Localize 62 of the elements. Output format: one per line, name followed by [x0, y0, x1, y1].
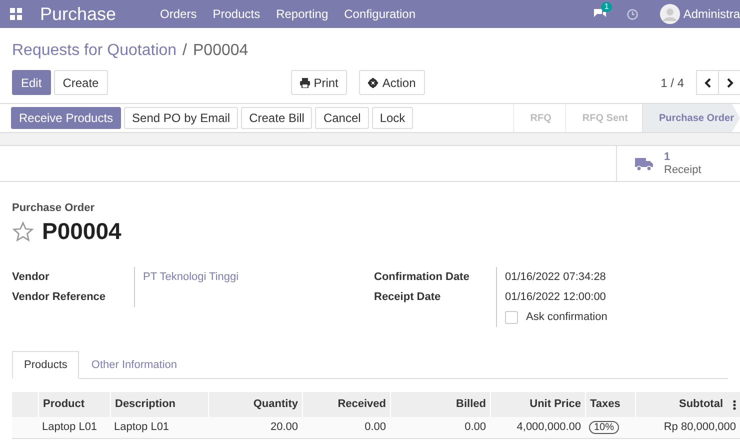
print-button[interactable]: Print	[290, 70, 348, 95]
column-header[interactable]: Description	[110, 392, 208, 417]
field-value: 01/16/2022 12:00:00	[505, 291, 606, 303]
next-button[interactable]	[718, 70, 740, 95]
column-header[interactable]: Billed	[390, 392, 490, 417]
record-name: P00004	[42, 218, 122, 245]
print-icon	[300, 78, 310, 88]
star-icon[interactable]	[12, 220, 34, 242]
field-label: Vendor	[12, 270, 50, 285]
tax-tag: 10%	[589, 421, 620, 434]
previous-button[interactable]	[696, 70, 720, 95]
header-button[interactable]: Send PO by Email	[124, 107, 238, 129]
table-cell: 0.00	[302, 417, 390, 439]
action-button[interactable]: Action	[359, 70, 425, 95]
chevron-right-icon	[726, 78, 734, 88]
pager-counter: 1 / 4	[660, 76, 684, 90]
app-title: Purchase	[40, 4, 116, 24]
truck-icon	[635, 156, 653, 170]
breadcrumb-link[interactable]: Requests for Quotation	[12, 42, 177, 60]
table-cell: 20.00	[208, 417, 302, 439]
header-button[interactable]: Lock	[372, 107, 414, 129]
user-name[interactable]: Administra	[683, 7, 740, 21]
field-label: Confirmation Date	[374, 270, 470, 285]
table-cell: Rp 80,000,000	[635, 417, 740, 439]
column-header[interactable]: Quantity	[208, 392, 302, 417]
apps-menu-icon[interactable]	[10, 8, 22, 20]
clock-icon[interactable]	[627, 8, 638, 20]
kebab-menu-icon[interactable]	[733, 400, 736, 410]
column-header[interactable]: Unit Price	[490, 392, 585, 417]
table-cell	[12, 417, 38, 439]
table-cell: 0.00	[390, 417, 490, 439]
avatar-icon[interactable]	[660, 4, 680, 24]
header-button[interactable]: Receive Products	[11, 107, 122, 129]
column-header[interactable]: Product	[38, 392, 110, 417]
chevron-left-icon	[704, 78, 712, 88]
column-header[interactable]: Received	[302, 392, 390, 417]
header-button[interactable]: Create Bill	[241, 107, 312, 129]
message-count-badge: 1	[601, 2, 612, 12]
edit-button[interactable]: Edit	[12, 70, 51, 95]
menu-item[interactable]: Reporting	[276, 7, 328, 21]
table-cell: Laptop L01	[110, 417, 208, 439]
field-label: Vendor Reference	[12, 290, 107, 305]
checkbox[interactable]	[505, 310, 518, 324]
create-button[interactable]: Create	[54, 70, 108, 95]
field-value: 01/16/2022 07:34:28	[505, 271, 606, 283]
breadcrumb-current: P00004	[193, 42, 248, 60]
header-button[interactable]: Cancel	[315, 107, 369, 129]
menu-item[interactable]: Products	[212, 7, 260, 21]
breadcrumb-separator: /	[182, 42, 187, 60]
table-cell: 4,000,000.00	[490, 417, 585, 439]
chat-icon[interactable]	[593, 8, 608, 20]
table-cell: Laptop L01	[38, 417, 110, 439]
tab[interactable]: Other Information	[79, 351, 190, 379]
menu-item[interactable]: Configuration	[344, 7, 416, 21]
form-subtitle: Purchase Order	[12, 202, 96, 214]
tab[interactable]: Products	[12, 351, 80, 379]
vendor-link[interactable]: PT Teknologi Tinggi	[143, 271, 239, 283]
checkbox-label: Ask confirmation	[526, 310, 608, 325]
menu-item[interactable]: Orders	[160, 7, 197, 21]
field-label: Receipt Date	[374, 290, 442, 305]
gear-icon	[368, 78, 378, 88]
column-header[interactable]: Taxes	[585, 392, 635, 417]
